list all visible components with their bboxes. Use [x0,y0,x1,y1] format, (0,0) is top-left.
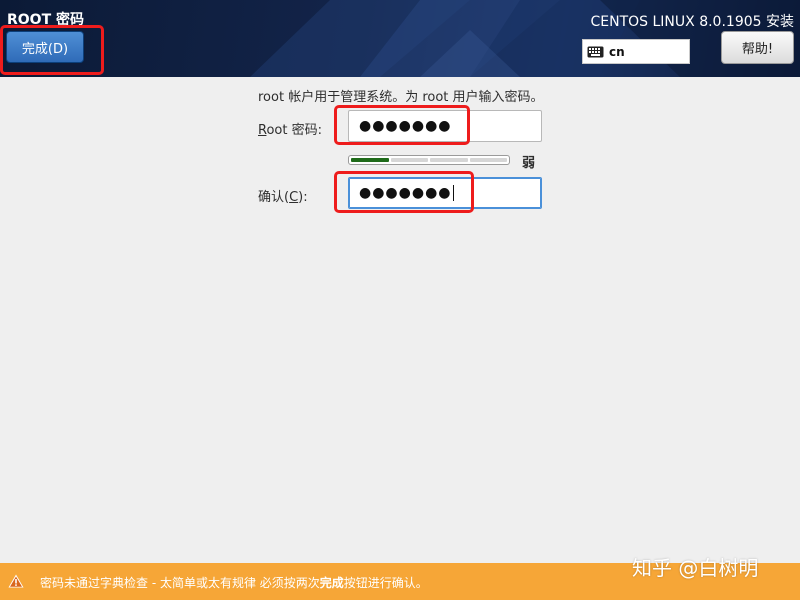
keyboard-layout-indicator[interactable]: cn [582,39,690,64]
warning-message: 密码未通过字典检查 - 太简单或太有规律 必须按两次完成按钮进行确认。 [40,574,428,591]
strength-segment [469,158,507,162]
installer-screen: ROOT 密码 完成(D) CENTOS LINUX 8.0.1905 安装 c… [0,0,800,600]
password-strength-meter [348,155,510,165]
strength-segment [390,158,428,162]
root-password-label-text: oot 密码: [266,123,322,138]
help-button[interactable]: 帮助! [721,31,794,64]
form-description: root 帐户用于管理系统。为 root 用户输入密码。 [258,90,544,105]
strength-segment [430,158,468,162]
annotation-box-confirm [334,171,474,213]
confirm-password-label: 确认(C): [258,186,308,205]
watermark: 知乎 @白树明 [632,556,759,580]
warning-text-after: 按钮进行确认。 [343,576,428,590]
warning-text-bold: 完成 [319,576,344,590]
confirm-label-mnemonic: C [289,190,299,205]
warning-text-before: 密码未通过字典检查 - 太简单或太有规律 必须按两次 [40,576,320,590]
keyboard-layout-label: cn [609,44,625,59]
annotation-box-done [0,25,104,75]
annotation-box-password [334,105,470,145]
root-password-label: Root 密码: [258,119,322,138]
header-bar: ROOT 密码 完成(D) CENTOS LINUX 8.0.1905 安装 c… [0,0,800,77]
confirm-label-prefix: 确认( [258,190,290,205]
confirm-label-suffix: ): [298,190,308,205]
warning-icon [8,574,24,588]
keyboard-icon [587,46,604,57]
password-strength-label: 弱 [522,156,536,171]
strength-segment [351,158,389,162]
product-title: CENTOS LINUX 8.0.1905 安装 [590,14,795,30]
